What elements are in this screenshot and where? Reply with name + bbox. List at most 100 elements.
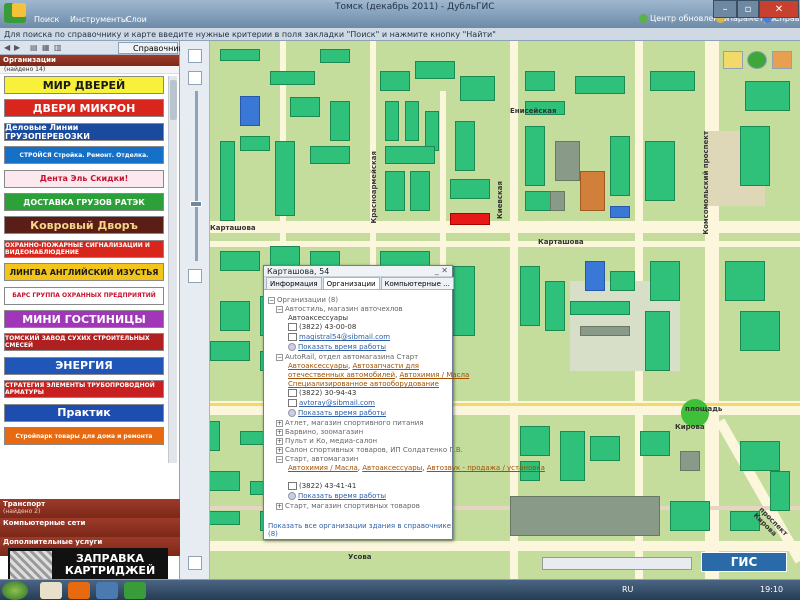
building[interactable]: [650, 71, 695, 91]
building[interactable]: [450, 179, 490, 199]
building[interactable]: [385, 171, 405, 211]
building[interactable]: [725, 261, 765, 301]
zoom-slider[interactable]: [190, 91, 202, 261]
ad-banner[interactable]: Практик: [4, 403, 164, 422]
building[interactable]: [220, 251, 260, 271]
building[interactable]: [385, 146, 435, 164]
building[interactable]: [645, 311, 670, 371]
building[interactable]: [525, 71, 555, 91]
building[interactable]: [270, 71, 315, 85]
building[interactable]: [415, 61, 455, 79]
minimize-button[interactable]: –: [713, 0, 737, 18]
zoom-in-icon[interactable]: [188, 71, 202, 85]
expand-icon[interactable]: +: [276, 428, 283, 436]
doublegis-taskbar-icon[interactable]: [124, 582, 146, 599]
building[interactable]: [740, 126, 770, 186]
organizations-header[interactable]: Организации: [0, 55, 179, 66]
show-hours-link[interactable]: Показать время работы: [298, 492, 386, 500]
explorer-icon[interactable]: [40, 582, 62, 599]
ad-banner[interactable]: ДВЕРИ МИКРОН: [4, 99, 164, 118]
zoom-thumb[interactable]: [190, 201, 202, 207]
building[interactable]: [210, 341, 250, 361]
ad-banner[interactable]: Стройпарк товары для дома и ремонта: [4, 427, 164, 445]
back-arrow-icon[interactable]: ◀: [4, 43, 13, 52]
building[interactable]: [610, 271, 635, 291]
start-button[interactable]: [2, 581, 28, 600]
list-icon[interactable]: ▥: [54, 43, 63, 52]
building[interactable]: [290, 97, 320, 117]
building[interactable]: [240, 136, 270, 151]
tab-organizations[interactable]: Организации: [322, 277, 380, 289]
org-name[interactable]: Салон спортивных товаров, ИП Солдатенко …: [285, 446, 463, 454]
quick-access-icon[interactable]: [12, 3, 26, 17]
building[interactable]: [220, 49, 260, 61]
building[interactable]: [770, 471, 790, 511]
building[interactable]: [640, 431, 670, 456]
org-category[interactable]: Автоаксессуары: [288, 314, 348, 323]
maximize-button[interactable]: ▫: [737, 0, 759, 18]
building[interactable]: [740, 311, 780, 351]
share-icon[interactable]: [772, 51, 792, 69]
ad-banner[interactable]: МИНИ ГОСТИНИЦЫ: [4, 310, 164, 328]
building[interactable]: [405, 101, 419, 141]
ad-banner[interactable]: ЭНЕРГИЯ: [4, 356, 164, 375]
clock[interactable]: 19:10: [760, 585, 783, 594]
close-icon[interactable]: _ ✕: [435, 266, 448, 275]
zoom-out-icon[interactable]: [188, 269, 202, 283]
building[interactable]: [510, 496, 660, 536]
ad-scrollbar[interactable]: [168, 76, 177, 463]
folder-icon[interactable]: [96, 582, 118, 599]
building[interactable]: [555, 141, 580, 181]
menu-layers[interactable]: Слои: [126, 15, 147, 24]
building[interactable]: [650, 261, 680, 301]
building[interactable]: [240, 96, 260, 126]
building[interactable]: [645, 141, 675, 201]
building[interactable]: [545, 281, 565, 331]
org-name[interactable]: Пульт и Ко, медиа-салон: [285, 437, 377, 445]
building[interactable]: [220, 141, 235, 221]
building[interactable]: [745, 81, 790, 111]
building[interactable]: [330, 101, 350, 141]
tab-info[interactable]: Информация: [266, 277, 322, 289]
org-name[interactable]: Автостиль, магазин авточехлов: [285, 305, 403, 313]
directory-select[interactable]: Справочники: [118, 42, 189, 54]
org-name[interactable]: Старт, магазин спортивных товаров: [285, 502, 420, 510]
building[interactable]: [550, 191, 565, 211]
ad-banner[interactable]: Ковровый Дворъ: [4, 216, 164, 235]
close-button[interactable]: ✕: [759, 0, 799, 18]
building[interactable]: [425, 111, 439, 151]
ad-banner[interactable]: ОХРАННО-ПОЖАРНЫЕ СИГНАЛИЗАЦИИ И ВИДЕОНАБ…: [4, 239, 164, 258]
building[interactable]: [580, 171, 605, 211]
collapse-icon[interactable]: −: [268, 296, 275, 304]
scroll-thumb[interactable]: [170, 80, 177, 120]
building[interactable]: [575, 76, 625, 94]
expand-icon[interactable]: +: [276, 502, 283, 510]
firefox-icon[interactable]: [68, 582, 90, 599]
gps-icon[interactable]: [747, 51, 767, 69]
save-icon[interactable]: ▦: [42, 43, 51, 52]
building[interactable]: [570, 301, 630, 315]
building[interactable]: [610, 206, 630, 218]
ad-banner[interactable]: ТОМСКИЙ ЗАВОД СУХИХ СТРОИТЕЛЬНЫХ СМЕСЕЙ: [4, 333, 164, 352]
org-name[interactable]: Старт, автомагазин: [285, 455, 358, 463]
building[interactable]: [520, 426, 550, 456]
building[interactable]: [680, 451, 700, 471]
ad-banner[interactable]: МИР ДВЕРЕЙ: [4, 76, 164, 94]
building[interactable]: [560, 431, 585, 481]
building[interactable]: [580, 326, 630, 336]
show-all-orgs-link[interactable]: Показать все организации здания в справо…: [268, 522, 452, 538]
cartridge-banner[interactable]: ЗАПРАВКА КАРТРИДЖЕЙ: [8, 548, 168, 582]
building[interactable]: [380, 71, 410, 91]
ad-banner[interactable]: Деловые Линии ГРУЗОПЕРЕВОЗКИ: [4, 122, 164, 141]
building[interactable]: [320, 49, 350, 63]
tab-networks[interactable]: Компьютерные ...: [380, 277, 454, 289]
org-email[interactable]: avtoray@sibmail.com: [299, 399, 375, 407]
collapse-icon[interactable]: −: [276, 455, 283, 463]
building[interactable]: [520, 266, 540, 326]
selected-building[interactable]: [450, 213, 490, 225]
building[interactable]: [740, 441, 780, 471]
layer-icon[interactable]: [723, 51, 743, 69]
section-networks[interactable]: Компьютерные сети: [0, 518, 180, 537]
expand-icon[interactable]: +: [276, 437, 283, 445]
show-hours-link[interactable]: Показать время работы: [298, 343, 386, 351]
